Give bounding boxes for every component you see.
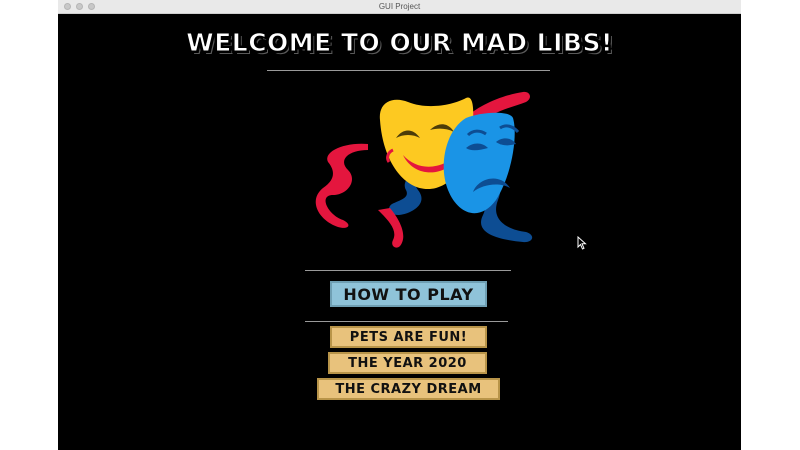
story-button-the-year-2020[interactable]: THE YEAR 2020: [328, 352, 487, 374]
divider-stories: [305, 321, 508, 322]
theater-masks-image: [315, 91, 533, 248]
page-title: WELCOME TO OUR MAD LIBS!: [186, 28, 613, 58]
mouse-pointer-icon: [577, 236, 587, 250]
story-button-pets-are-fun[interactable]: PETS ARE FUN!: [330, 326, 487, 348]
window-titlebar[interactable]: GUI Project: [58, 0, 741, 14]
app-window: GUI Project WELCOME TO OUR MAD LIBS! HOW…: [58, 0, 741, 450]
window-title: GUI Project: [378, 2, 421, 11]
divider-middle: [305, 270, 511, 271]
story-button-the-crazy-dream[interactable]: THE CRAZY DREAM: [317, 378, 500, 400]
divider-top: [267, 70, 550, 71]
how-to-play-button[interactable]: HOW TO PLAY: [330, 281, 487, 307]
red-ribbon: [315, 143, 368, 228]
